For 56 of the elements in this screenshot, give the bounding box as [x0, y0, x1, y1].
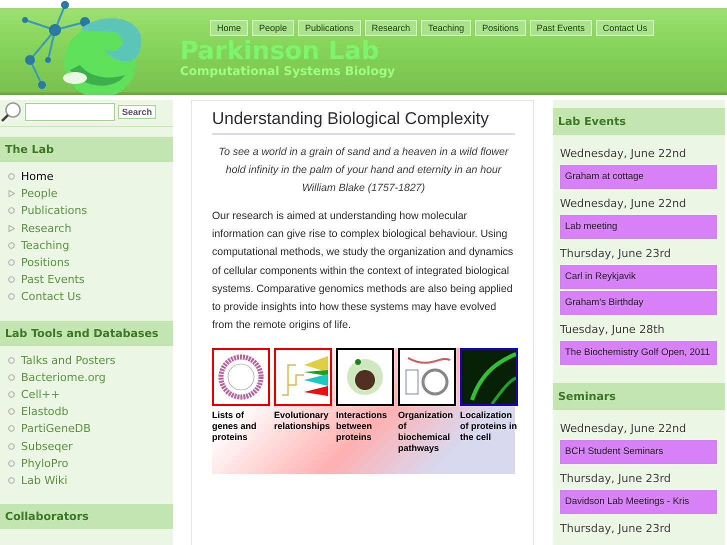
- bullet-icon: [8, 460, 15, 467]
- site-subtitle: Computational Systems Biology: [180, 64, 396, 78]
- bullet-icon: [8, 442, 15, 450]
- figure-caption: Interactions between proteins: [336, 410, 388, 444]
- bullet-icon: [8, 390, 15, 398]
- section-heading: The Lab: [0, 137, 173, 162]
- event-date: Wednesday, June 22nd: [560, 147, 688, 160]
- nav-tab[interactable]: Publications: [298, 20, 361, 36]
- nav-tab[interactable]: Research: [364, 20, 418, 36]
- search-button[interactable]: Search: [118, 105, 156, 119]
- search-icon: [0, 101, 22, 123]
- bullet-icon: [8, 374, 15, 381]
- bullet-icon: [8, 276, 15, 284]
- section-heading: Lab Tools and Databases: [0, 320, 173, 346]
- sidebar-link[interactable]: Home: [21, 170, 54, 184]
- triangle-icon: [8, 224, 15, 232]
- nav-tab[interactable]: Contact Us: [596, 20, 654, 36]
- bullet-icon: [8, 356, 15, 364]
- nav-tab[interactable]: Positions: [475, 20, 526, 36]
- bullet-icon: [8, 408, 15, 416]
- nav-tab[interactable]: People: [252, 20, 294, 36]
- nav-tab[interactable]: Past Events: [530, 20, 592, 36]
- bullet-icon: [8, 293, 15, 300]
- event-date: Wednesday, June 22nd: [560, 422, 688, 435]
- page-heading: Understanding Biological Complexity: [212, 109, 515, 135]
- event-entry[interactable]: The Biochemistry Golf Open, 2011: [560, 341, 717, 365]
- figure-caption: Evolutionary relationships: [274, 410, 332, 432]
- nav-tab[interactable]: Home: [210, 20, 248, 36]
- bullet-icon: [8, 476, 15, 484]
- figure-caption: Organization of biochemical pathways: [398, 410, 454, 454]
- quote-text: To see a world in a grain of sand and a heaven in a wild flower hold infinity in the palm of your hand and eternity in an hour William Blake (1757-1827): [218, 145, 510, 196]
- bullet-icon: [8, 242, 15, 249]
- event-date: Thursday, June 23rd: [560, 247, 672, 260]
- event-entry[interactable]: Graham at cottage: [560, 165, 717, 189]
- figure-caption: Lists of genes and proteins: [212, 410, 258, 444]
- search-field[interactable]: [25, 103, 115, 121]
- bullet-icon: [8, 259, 15, 266]
- event-entry[interactable]: Davidson Lab Meetings - Kris: [560, 490, 717, 514]
- event-entry[interactable]: Lab meeting: [560, 215, 717, 239]
- intro-paragraph: Our research is aimed at understanding how molecular information can give rise to complex biological behaviour. Using computational methods, we study the organization and dynamics of cellular components within the context of integrated biological systems. Comparative genomics methods are also being applied to provide insights into how these systems may have evolved from the remote origins of life.: [212, 209, 514, 334]
- figure-caption: Localization of proteins in the cell: [460, 410, 518, 444]
- nav-tab[interactable]: Teaching: [421, 20, 472, 36]
- event-entry[interactable]: Graham's Birthday: [560, 291, 717, 315]
- event-date: Tuesday, June 28th: [560, 323, 666, 336]
- event-date: Thursday, June 23rd: [560, 522, 672, 535]
- bullet-icon: [8, 173, 15, 180]
- bullet-icon: [8, 425, 15, 432]
- panel-heading: Lab Events: [553, 108, 725, 135]
- triangle-icon: [8, 190, 15, 198]
- event-date: Thursday, June 23rd: [560, 472, 672, 485]
- panel-heading: Seminars: [553, 383, 725, 410]
- event-entry[interactable]: Carl in Reykjavik: [560, 265, 717, 289]
- event-date: Wednesday, June 22nd: [560, 197, 688, 210]
- event-entry[interactable]: BCH Student Seminars: [560, 440, 717, 464]
- bullet-icon: [8, 207, 15, 214]
- section-heading: Collaborators: [0, 504, 173, 529]
